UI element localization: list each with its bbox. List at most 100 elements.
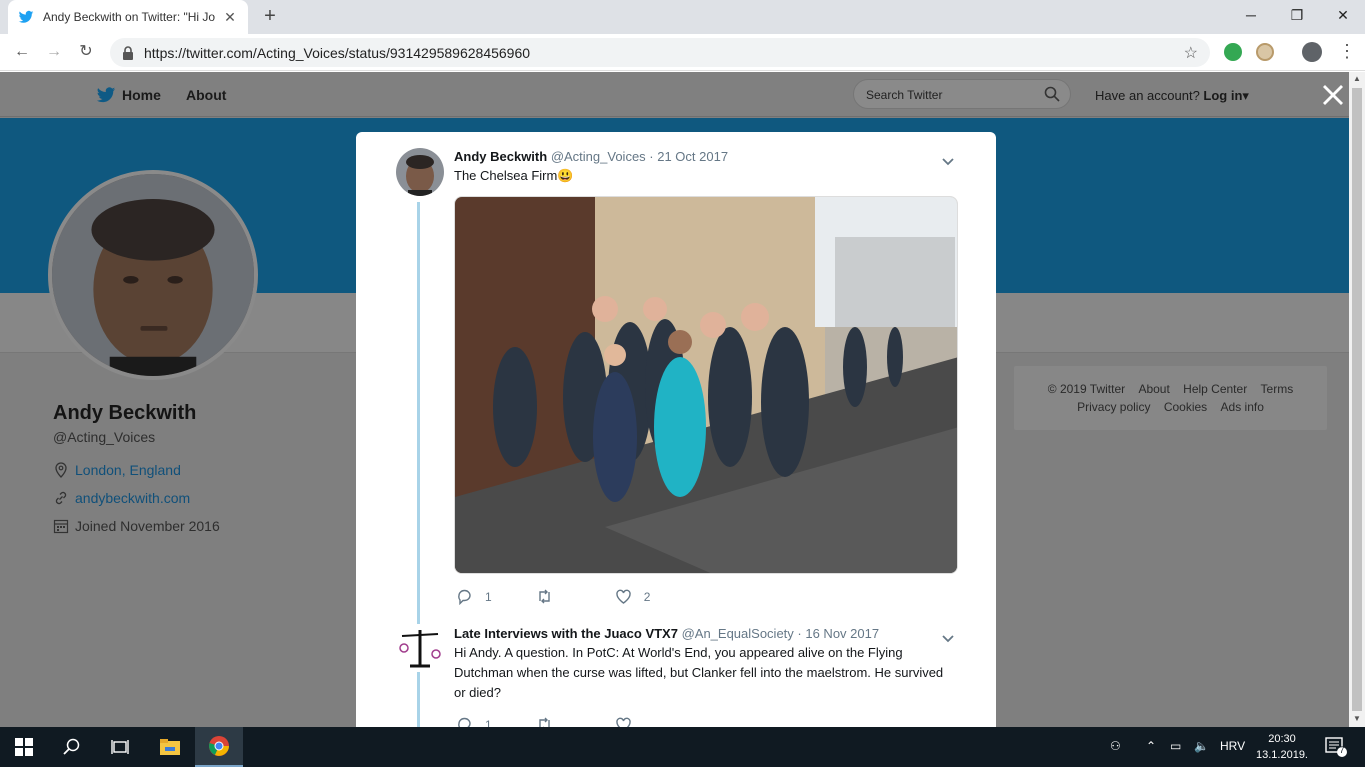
- close-modal-icon[interactable]: [1320, 82, 1346, 108]
- browser-tab[interactable]: Andy Beckwith on Twitter: "Hi Jo ✕: [8, 0, 248, 34]
- bookmark-star-icon[interactable]: ☆: [1184, 43, 1198, 63]
- footer-terms-link[interactable]: Terms: [1261, 382, 1294, 396]
- profile-name: Andy Beckwith: [53, 402, 197, 424]
- language-indicator[interactable]: HRV: [1220, 739, 1245, 753]
- login-link[interactable]: Log in: [1203, 88, 1242, 103]
- tab-close-icon[interactable]: ✕: [222, 9, 238, 26]
- nav-about-link[interactable]: About: [186, 87, 226, 103]
- notification-count: 7: [1339, 745, 1345, 755]
- reply-reply-button[interactable]: 1: [456, 716, 492, 727]
- task-view-icon[interactable]: [96, 727, 144, 767]
- tweet-actions: 1 2: [456, 588, 650, 605]
- address-bar[interactable]: https://twitter.com/Acting_Voices/status…: [110, 38, 1210, 67]
- like-count: 2: [643, 589, 651, 604]
- heart-icon: [615, 589, 631, 604]
- nav-home-link[interactable]: Home: [122, 87, 161, 103]
- reply-retweet-button[interactable]: [536, 716, 553, 727]
- profile-joined: Joined November 2016: [53, 518, 220, 534]
- profile-location[interactable]: London, England: [53, 462, 181, 478]
- windows-taskbar: ⚇ ⌃ ▭ 🔈 HRV 20:30 13.1.2019. 7: [0, 727, 1365, 767]
- search-input[interactable]: Search Twitter: [853, 79, 1071, 109]
- network-icon[interactable]: ▭: [1170, 739, 1181, 753]
- page-scrollbar[interactable]: ▲ ▼: [1349, 72, 1365, 727]
- twitter-topnav: Home About Search Twitter Have an accoun…: [0, 72, 1349, 117]
- browser-tab-strip: Andy Beckwith on Twitter: "Hi Jo ✕ + ─ ❐…: [0, 0, 1365, 34]
- calendar-icon: [53, 519, 69, 534]
- retweet-icon: [538, 717, 550, 727]
- notification-center-icon[interactable]: 7: [1325, 737, 1347, 757]
- footer-links: © 2019 Twitter About Help Center Terms P…: [1014, 366, 1327, 430]
- reply-icon: [458, 589, 471, 605]
- scroll-thumb[interactable]: [1352, 88, 1362, 711]
- reply-author-name[interactable]: Late Interviews with the Juaco VTX7: [454, 626, 678, 641]
- tweet-author-avatar[interactable]: [396, 148, 444, 196]
- profile-handle: @Acting_Voices: [53, 429, 156, 445]
- back-arrow-icon[interactable]: ←: [10, 40, 34, 64]
- scroll-down-arrow-icon[interactable]: ▼: [1353, 714, 1361, 723]
- reply-author-avatar[interactable]: [396, 624, 444, 672]
- tweet-photo[interactable]: [454, 196, 958, 574]
- people-icon[interactable]: ⚇: [1110, 739, 1121, 753]
- reply-actions: 1: [456, 716, 632, 727]
- minimize-button[interactable]: ─: [1228, 0, 1274, 30]
- reply-text: Hi Andy. A question. In PotC: At World's…: [454, 645, 944, 700]
- tweet-author-name[interactable]: Andy Beckwith: [454, 149, 547, 164]
- new-tab-button[interactable]: +: [258, 4, 282, 28]
- tweet-header: Andy Beckwith @Acting_Voices · 21 Oct 20…: [454, 149, 728, 164]
- scroll-up-arrow-icon[interactable]: ▲: [1353, 74, 1361, 83]
- profile-avatar-icon[interactable]: [1302, 42, 1322, 62]
- reply-header: Late Interviews with the Juaco VTX7 @An_…: [454, 626, 879, 641]
- footer-ads-link[interactable]: Ads info: [1221, 400, 1264, 414]
- search-placeholder: Search Twitter: [866, 88, 943, 102]
- twitter-page: Home About Search Twitter Have an accoun…: [0, 72, 1349, 727]
- clock-time: 20:30: [1268, 733, 1296, 745]
- extension-cookie-icon[interactable]: [1256, 43, 1274, 61]
- like-button[interactable]: 2: [615, 588, 651, 605]
- reply-chevron-down-icon[interactable]: [941, 631, 955, 643]
- tweet-author-handle[interactable]: @Acting_Voices: [551, 149, 646, 164]
- profile-avatar[interactable]: [48, 170, 258, 380]
- chevron-down-icon[interactable]: [941, 154, 955, 166]
- reply-count: 1: [485, 589, 492, 604]
- footer-help-link[interactable]: Help Center: [1183, 382, 1247, 396]
- browser-toolbar: ← → ↻ https://twitter.com/Acting_Voices/…: [0, 34, 1365, 71]
- reply-author-handle[interactable]: @An_EqualSociety: [682, 626, 794, 641]
- retweet-button[interactable]: [536, 588, 553, 605]
- caret-down-icon[interactable]: ▾: [1242, 88, 1249, 103]
- search-icon[interactable]: [1044, 86, 1060, 102]
- menu-kebab-icon[interactable]: ⋮: [1338, 41, 1356, 61]
- location-pin-icon: [55, 462, 67, 478]
- have-account-text: Have an account?: [1095, 88, 1200, 103]
- chrome-taskbar-icon[interactable]: [195, 727, 243, 767]
- footer-cookies-link[interactable]: Cookies: [1164, 400, 1207, 414]
- tab-title: Andy Beckwith on Twitter: "Hi Jo: [43, 10, 216, 24]
- link-icon: [55, 491, 67, 505]
- profile-website[interactable]: andybeckwith.com: [53, 490, 190, 506]
- reply-button[interactable]: 1: [456, 588, 492, 605]
- clock-date: 13.1.2019.: [1256, 749, 1308, 761]
- forward-arrow-icon[interactable]: →: [42, 40, 66, 64]
- search-taskbar-icon[interactable]: [48, 727, 96, 767]
- twitter-bird-icon: [18, 9, 34, 25]
- restore-button[interactable]: ❐: [1274, 0, 1320, 30]
- footer-privacy-link[interactable]: Privacy policy: [1077, 400, 1150, 414]
- extension-green-icon[interactable]: [1224, 43, 1242, 61]
- volume-icon[interactable]: 🔈: [1194, 739, 1209, 753]
- tray-chevron-up-icon[interactable]: ⌃: [1146, 739, 1156, 753]
- website-link[interactable]: andybeckwith.com: [75, 490, 190, 506]
- reply-like-button[interactable]: [615, 716, 632, 727]
- taskbar-clock[interactable]: 20:30 13.1.2019.: [1256, 731, 1308, 763]
- footer-about-link[interactable]: About: [1138, 382, 1169, 396]
- close-window-button[interactable]: ✕: [1320, 0, 1365, 30]
- joined-text: Joined November 2016: [75, 518, 220, 534]
- lock-icon: [122, 45, 134, 60]
- url-text: https://twitter.com/Acting_Voices/status…: [144, 44, 531, 61]
- windows-start-icon[interactable]: [0, 727, 48, 767]
- twitter-logo-icon[interactable]: [95, 85, 117, 105]
- heart-icon: [615, 717, 631, 727]
- tweet-date[interactable]: · 21 Oct 2017: [649, 149, 728, 164]
- tweet-modal: Andy Beckwith @Acting_Voices · 21 Oct 20…: [356, 132, 996, 727]
- reload-icon[interactable]: ↻: [74, 40, 98, 64]
- reply-date[interactable]: · 16 Nov 2017: [797, 626, 879, 641]
- file-explorer-icon[interactable]: [146, 727, 194, 767]
